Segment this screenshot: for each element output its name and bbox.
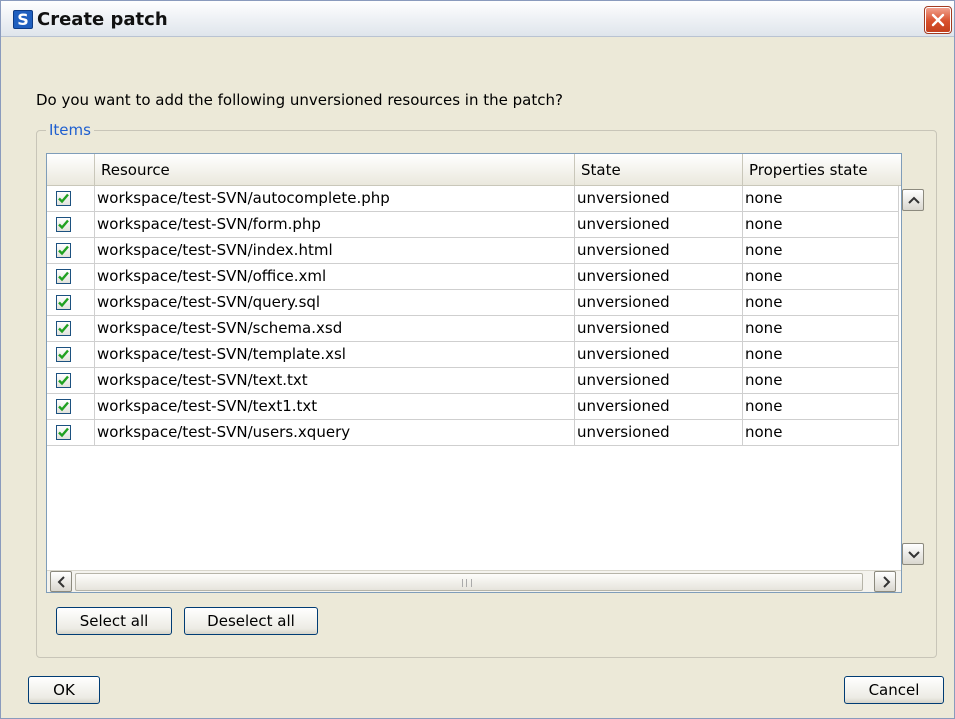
select-cell	[47, 186, 95, 212]
checkmark-icon	[58, 271, 69, 282]
properties-state-cell: none	[743, 212, 899, 238]
chevron-right-icon	[883, 576, 891, 588]
state-cell: unversioned	[575, 368, 743, 394]
row-checkbox[interactable]	[56, 321, 71, 336]
table-row[interactable]: workspace/test-SVN/template.xsl unversion…	[47, 342, 901, 368]
grip-icon	[462, 579, 472, 587]
select-cell	[47, 368, 95, 394]
column-header-properties-state[interactable]: Properties state	[743, 154, 901, 186]
state-cell: unversioned	[575, 342, 743, 368]
resource-cell: workspace/test-SVN/users.xquery	[95, 420, 575, 446]
state-cell: unversioned	[575, 420, 743, 446]
dialog-title: Create patch	[37, 9, 168, 30]
select-cell	[47, 290, 95, 316]
select-cell	[47, 342, 95, 368]
select-cell	[47, 420, 95, 446]
checkmark-icon	[58, 349, 69, 360]
resource-cell: workspace/test-SVN/text.txt	[95, 368, 575, 394]
resource-cell: workspace/test-SVN/autocomplete.php	[95, 186, 575, 212]
resource-cell: workspace/test-SVN/text1.txt	[95, 394, 575, 420]
prompt-text: Do you want to add the following unversi…	[36, 91, 563, 109]
properties-state-cell: none	[743, 264, 899, 290]
close-icon	[931, 13, 945, 27]
table-row[interactable]: workspace/test-SVN/query.sql unversioned n…	[47, 290, 901, 316]
select-all-button[interactable]: Select all	[56, 607, 172, 635]
resources-table: Resource State Properties state workspac…	[46, 153, 924, 593]
scroll-left-button[interactable]	[50, 571, 72, 592]
state-cell: unversioned	[575, 212, 743, 238]
resource-cell: workspace/test-SVN/form.php	[95, 212, 575, 238]
row-checkbox[interactable]	[56, 269, 71, 284]
properties-state-cell: none	[743, 290, 899, 316]
chevron-down-icon	[908, 551, 920, 559]
properties-state-cell: none	[743, 316, 899, 342]
checkmark-icon	[58, 401, 69, 412]
horizontal-scrollbar[interactable]	[47, 570, 901, 592]
row-checkbox[interactable]	[56, 399, 71, 414]
scroll-down-button[interactable]	[902, 543, 924, 565]
column-header-resource[interactable]: Resource	[95, 154, 575, 186]
column-header-state[interactable]: State	[575, 154, 743, 186]
state-cell: unversioned	[575, 186, 743, 212]
state-cell: unversioned	[575, 238, 743, 264]
close-button[interactable]	[924, 6, 952, 34]
checkmark-icon	[58, 245, 69, 256]
select-cell	[47, 212, 95, 238]
checkmark-icon	[58, 427, 69, 438]
row-checkbox[interactable]	[56, 373, 71, 388]
state-cell: unversioned	[575, 394, 743, 420]
state-cell: unversioned	[575, 264, 743, 290]
row-checkbox[interactable]	[56, 295, 71, 310]
chevron-up-icon	[908, 196, 920, 204]
resource-cell: workspace/test-SVN/schema.xsd	[95, 316, 575, 342]
select-cell	[47, 238, 95, 264]
state-cell: unversioned	[575, 316, 743, 342]
properties-state-cell: none	[743, 342, 899, 368]
s-logo-icon: S	[13, 10, 33, 29]
checkmark-icon	[58, 375, 69, 386]
chevron-left-icon	[57, 576, 65, 588]
table-header: Resource State Properties state	[47, 154, 901, 186]
scroll-right-button[interactable]	[874, 571, 896, 592]
table-row[interactable]: workspace/test-SVN/form.php unversioned no…	[47, 212, 901, 238]
checkmark-icon	[58, 219, 69, 230]
row-checkbox[interactable]	[56, 425, 71, 440]
row-checkbox[interactable]	[56, 243, 71, 258]
scroll-up-button[interactable]	[902, 189, 924, 211]
items-group-label: Items	[46, 121, 94, 139]
state-cell: unversioned	[575, 290, 743, 316]
horizontal-scroll-thumb[interactable]	[75, 573, 863, 591]
properties-state-cell: none	[743, 368, 899, 394]
checkmark-icon	[58, 297, 69, 308]
resource-cell: workspace/test-SVN/query.sql	[95, 290, 575, 316]
title-bar[interactable]: S Create patch	[1, 1, 954, 37]
table-row[interactable]: workspace/test-SVN/users.xquery unversion…	[47, 420, 901, 446]
row-checkbox[interactable]	[56, 217, 71, 232]
resource-cell: workspace/test-SVN/office.xml	[95, 264, 575, 290]
create-patch-dialog: S Create patch Do you want to add the fo…	[0, 0, 955, 719]
resource-cell: workspace/test-SVN/template.xsl	[95, 342, 575, 368]
properties-state-cell: none	[743, 186, 899, 212]
table-row[interactable]: workspace/test-SVN/schema.xsd unversioned…	[47, 316, 901, 342]
properties-state-cell: none	[743, 394, 899, 420]
resource-cell: workspace/test-SVN/index.html	[95, 238, 575, 264]
table-row[interactable]: workspace/test-SVN/office.xml unversioned…	[47, 264, 901, 290]
properties-state-cell: none	[743, 238, 899, 264]
row-checkbox[interactable]	[56, 191, 71, 206]
select-cell	[47, 264, 95, 290]
row-checkbox[interactable]	[56, 347, 71, 362]
table-row[interactable]: workspace/test-SVN/text.txt unversioned no…	[47, 368, 901, 394]
select-cell	[47, 394, 95, 420]
table-row[interactable]: workspace/test-SVN/index.html unversioned…	[47, 238, 901, 264]
checkmark-icon	[58, 193, 69, 204]
table-row[interactable]: workspace/test-SVN/text1.txt unversioned n…	[47, 394, 901, 420]
properties-state-cell: none	[743, 420, 899, 446]
deselect-all-button[interactable]: Deselect all	[184, 607, 318, 635]
cancel-button[interactable]: Cancel	[844, 676, 944, 704]
table-row[interactable]: workspace/test-SVN/autocomplete.php unver…	[47, 186, 901, 212]
select-cell	[47, 316, 95, 342]
ok-button[interactable]: OK	[28, 676, 100, 704]
checkmark-icon	[58, 323, 69, 334]
column-header-select[interactable]	[47, 154, 95, 186]
